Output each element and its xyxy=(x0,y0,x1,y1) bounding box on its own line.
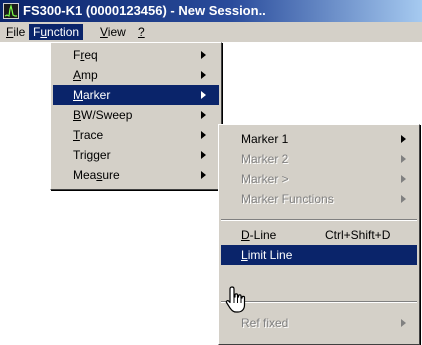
marker-1-label: Marker 1 xyxy=(241,132,289,146)
menu-item-marker-functions[interactable]: Marker Functions xyxy=(221,189,417,209)
menu-file[interactable]: File xyxy=(2,24,29,40)
menu-help[interactable]: ? xyxy=(134,24,149,40)
trace-rest: race xyxy=(79,128,104,142)
measure-rest: ure xyxy=(102,168,120,182)
title-bar: FS300-K1 (0000123456) - New Session.. xyxy=(0,0,422,22)
bwsweep-accel: B xyxy=(73,108,82,122)
limit-line-accel: L xyxy=(241,248,248,262)
marker-accel: M xyxy=(73,88,83,102)
freq-rest: eq xyxy=(84,48,98,62)
submenu-arrow-icon xyxy=(401,175,406,183)
menu-item-marker-2[interactable]: Marker 2 xyxy=(221,149,417,169)
submenu-arrow-icon xyxy=(201,91,206,99)
menu-item-amp[interactable]: Amp xyxy=(53,65,219,85)
menu-function-rest: nction xyxy=(47,25,80,39)
d-line-accel: D xyxy=(241,228,250,242)
amp-rest: mp xyxy=(81,68,98,82)
submenu-arrow-icon xyxy=(201,51,206,59)
submenu-arrow-icon xyxy=(401,195,406,203)
bwsweep-rest: W/Sweep xyxy=(81,108,133,122)
marker-more-label: Marker > xyxy=(241,172,289,186)
menu-file-rest: ile xyxy=(13,25,26,39)
d-line-shortcut: Ctrl+Shift+D xyxy=(325,228,391,242)
menu-item-marker[interactable]: Marker xyxy=(53,85,219,105)
menu-bar: File Function View ? xyxy=(0,22,422,42)
submenu-arrow-icon xyxy=(201,131,206,139)
menu-separator xyxy=(221,219,417,221)
menu-view[interactable]: View xyxy=(96,24,130,40)
submenu-arrow-icon xyxy=(201,171,206,179)
ref-fixed-label: Ref fixed xyxy=(241,316,289,330)
menu-item-trigger[interactable]: Trigger xyxy=(53,145,219,165)
menu-item-trace[interactable]: Trace xyxy=(53,125,219,145)
spectrum-app-icon xyxy=(3,3,19,19)
marker-rest: arker xyxy=(83,88,111,102)
menu-item-marker-more[interactable]: Marker > xyxy=(221,169,417,189)
menu-item-measure[interactable]: Measure xyxy=(53,165,219,185)
menu-view-accel: V xyxy=(100,25,108,39)
trigger-pre: Tri xyxy=(73,148,87,162)
marker-2-label: Marker 2 xyxy=(241,152,289,166)
menu-item-bw-sweep[interactable]: BW/Sweep xyxy=(53,105,219,125)
marker-functions-label: Marker Functions xyxy=(241,192,334,206)
menu-item-limit-line[interactable]: Limit Line xyxy=(221,245,417,265)
menu-item-d-line[interactable]: D-Line Ctrl+Shift+D xyxy=(221,225,417,245)
menu-item-marker-1[interactable]: Marker 1 xyxy=(221,129,417,149)
menu-view-rest: iew xyxy=(107,25,126,39)
menu-item-ref-fixed[interactable]: Ref fixed xyxy=(221,313,417,333)
hand-pointer-icon xyxy=(225,286,246,313)
limit-line-rest: imit Line xyxy=(247,248,293,262)
submenu-arrow-icon xyxy=(401,319,406,327)
window-title: FS300-K1 (0000123456) - New Session.. xyxy=(23,3,266,18)
menu-help-accel: ? xyxy=(138,25,145,39)
submenu-arrow-icon xyxy=(401,155,406,163)
submenu-arrow-icon xyxy=(201,111,206,119)
trace-accel: T xyxy=(73,128,80,142)
submenu-arrow-icon xyxy=(201,151,206,159)
menu-separator xyxy=(221,301,417,303)
menu-item-freq[interactable]: Freq xyxy=(53,45,219,65)
submenu-arrow-icon xyxy=(401,135,406,143)
submenu-arrow-icon xyxy=(201,71,206,79)
menu-function[interactable]: Function xyxy=(29,24,84,40)
function-menu: Freq Amp Marker BW/Sweep Trace Trigger M… xyxy=(50,42,222,190)
d-line-rest: -Line xyxy=(249,228,277,242)
amp-accel: A xyxy=(73,68,82,82)
trigger-rest: ger xyxy=(93,148,111,162)
measure-pre: Mea xyxy=(73,168,97,182)
